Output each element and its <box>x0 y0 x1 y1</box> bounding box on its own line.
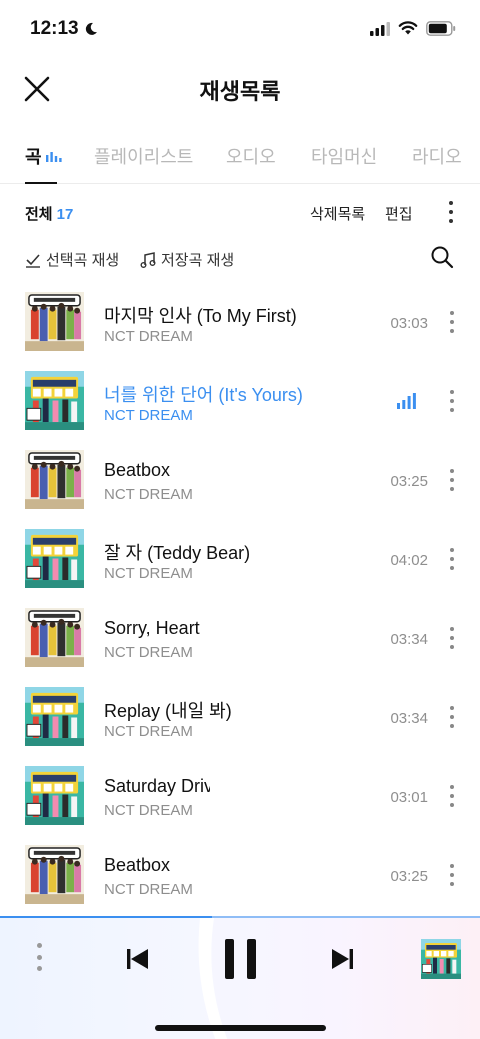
tab-radio[interactable]: 라디오 <box>412 143 462 169</box>
song-row[interactable]: Saturday Drive NCT DREAM 03:01 <box>0 756 480 835</box>
battery-icon <box>426 21 456 36</box>
song-more-icon[interactable] <box>449 627 455 649</box>
total-count: 전체 17 <box>25 203 73 224</box>
tab-songs[interactable]: 곡 <box>25 143 62 169</box>
status-time: 12:13 <box>30 18 79 39</box>
moon-icon <box>85 22 97 35</box>
next-track-icon[interactable] <box>330 948 354 970</box>
now-playing-icon <box>397 393 416 409</box>
song-artist: NCT DREAM <box>104 565 193 582</box>
song-artist: NCT DREAM <box>104 486 193 503</box>
active-tab-indicator <box>25 182 57 184</box>
song-more-icon[interactable] <box>449 706 455 728</box>
song-row[interactable]: 잘 자 (Teddy Bear) NCT DREAM 04:02 <box>0 519 480 598</box>
song-duration: 03:01 <box>390 789 428 806</box>
deleted-list-button[interactable]: 삭제목록 <box>310 203 365 224</box>
play-saved-button[interactable]: 저장곡 재생 <box>140 249 234 270</box>
now-playing-album-art[interactable] <box>421 939 461 979</box>
song-duration: 03:25 <box>390 473 428 490</box>
song-title: 마지막 인사 (To My First) <box>104 306 297 326</box>
song-title: Saturday Drive <box>104 776 210 796</box>
pause-icon[interactable] <box>224 938 258 980</box>
song-artist: NCT DREAM <box>104 802 193 819</box>
album-art <box>25 766 84 825</box>
play-saved-label: 저장곡 재생 <box>161 252 235 269</box>
player-more-icon[interactable] <box>36 943 42 971</box>
search-icon[interactable] <box>430 245 454 269</box>
tab-audio[interactable]: 오디오 <box>226 143 276 169</box>
song-more-icon[interactable] <box>449 311 455 333</box>
song-more-icon[interactable] <box>449 785 455 807</box>
total-count-value: 17 <box>56 206 74 223</box>
album-art <box>25 687 84 746</box>
list-toolbar: 전체 17 삭제목록 편집 <box>0 198 480 226</box>
play-selected-label: 선택곡 재생 <box>46 252 120 269</box>
tab-timemachine[interactable]: 타임머신 <box>311 143 377 169</box>
previous-track-icon[interactable] <box>126 948 150 970</box>
song-row[interactable]: Sorry, Heart NCT DREAM 03:34 <box>0 598 480 677</box>
song-artist: NCT DREAM <box>104 644 193 661</box>
song-artist: NCT DREAM <box>104 881 193 898</box>
page-title: 재생목록 <box>199 79 281 104</box>
total-label: 전체 <box>25 206 53 223</box>
song-row[interactable]: Beatbox NCT DREAM 03:25 <box>0 835 480 914</box>
status-bar: 12:13 <box>0 0 480 60</box>
song-title: Beatbox <box>104 460 171 480</box>
album-art <box>25 845 84 904</box>
song-title: 너를 위한 단어 (It's Yours) <box>104 385 303 405</box>
mini-player[interactable] <box>0 916 480 1039</box>
song-title: Beatbox <box>104 855 171 875</box>
home-indicator <box>155 1025 326 1031</box>
album-art <box>25 529 84 588</box>
album-art <box>25 371 84 430</box>
song-title: 잘 자 (Teddy Bear) <box>104 543 251 563</box>
wifi-icon <box>398 21 418 35</box>
play-selected-button[interactable]: 선택곡 재생 <box>25 249 119 270</box>
tab-bar: 곡 플레이리스트 오디오 타임머신 라디오 <box>0 130 480 184</box>
song-more-icon[interactable] <box>449 390 455 412</box>
song-duration: 03:34 <box>390 710 428 727</box>
song-artist: NCT DREAM <box>104 723 193 740</box>
play-actions: 선택곡 재생 저장곡 재생 <box>0 245 480 273</box>
edit-button[interactable]: 편집 <box>385 203 413 224</box>
song-row[interactable]: 마지막 인사 (To My First) NCT DREAM 03:03 <box>0 282 480 361</box>
music-note-icon <box>140 251 156 268</box>
song-row[interactable]: Replay (내일 봐) NCT DREAM 03:34 <box>0 677 480 756</box>
song-duration: 03:25 <box>390 868 428 885</box>
song-artist: NCT DREAM <box>104 328 193 345</box>
song-duration: 03:34 <box>390 631 428 648</box>
album-art <box>25 292 84 351</box>
tab-playlist[interactable]: 플레이리스트 <box>94 143 193 169</box>
song-duration: 04:02 <box>390 552 428 569</box>
song-row[interactable]: Beatbox NCT DREAM 03:25 <box>0 440 480 519</box>
album-art <box>25 450 84 509</box>
header: 재생목록 <box>0 60 480 118</box>
song-more-icon[interactable] <box>449 548 455 570</box>
song-title: Sorry, Heart <box>104 618 200 638</box>
album-art <box>25 608 84 667</box>
song-more-icon[interactable] <box>449 864 455 886</box>
song-title: Replay (내일 봐) <box>104 701 232 721</box>
more-options-icon[interactable] <box>448 201 454 223</box>
song-more-icon[interactable] <box>449 469 455 491</box>
tab-label: 곡 <box>25 147 42 167</box>
cellular-signal-icon <box>370 21 390 36</box>
check-icon <box>26 253 40 268</box>
song-duration: 03:03 <box>390 315 428 332</box>
song-artist: NCT DREAM <box>104 407 193 424</box>
equalizer-icon <box>45 152 62 162</box>
song-row[interactable]: 너를 위한 단어 (It's Yours) NCT DREAM <box>0 361 480 440</box>
